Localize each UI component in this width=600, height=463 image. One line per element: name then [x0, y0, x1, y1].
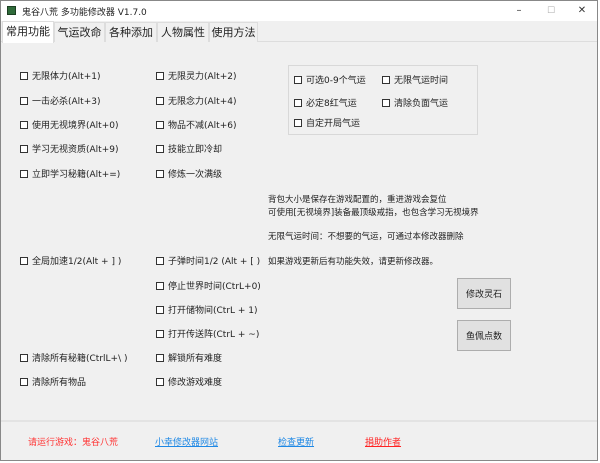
checkbox-label: 停止世界时间(CtrL+0): [168, 282, 261, 292]
checkbox-option[interactable]: 一击必杀(Alt+3): [20, 94, 100, 107]
app-icon: [7, 6, 16, 15]
checkbox-label: 立即学习秘籍(Alt+=): [32, 170, 121, 180]
checkbox-label: 使用无视境界(Alt+0): [32, 121, 119, 131]
note-line: 背包大小是保存在游戏配置的，重进游戏会复位: [268, 195, 447, 205]
checkbox-box[interactable]: [156, 256, 164, 265]
checkbox-option[interactable]: 无限灵力(Alt+2): [156, 69, 236, 82]
checkbox-label: 学习无视资质(Alt+9): [32, 145, 119, 155]
tab-bar: 常用功能 气运改命 各种添加 人物属性 使用方法: [1, 21, 597, 43]
checkbox-box[interactable]: [20, 71, 28, 80]
checkbox-option[interactable]: 可选0-9个气运: [294, 73, 366, 86]
checkbox-box[interactable]: [20, 377, 28, 386]
checkbox-box[interactable]: [20, 169, 28, 178]
maximize-button[interactable]: ☐: [538, 3, 564, 19]
checkbox-label: 清除所有物品: [32, 378, 87, 388]
checkbox-option[interactable]: 技能立即冷却: [156, 142, 222, 155]
fish-points-button[interactable]: 鱼佩点数: [457, 320, 511, 351]
checkbox-box[interactable]: [382, 98, 390, 107]
checkbox-box[interactable]: [20, 256, 28, 265]
checkbox-box[interactable]: [20, 353, 28, 362]
note-line: 无限气运时间：不想要的气运，可通过本修改器删除: [268, 232, 464, 242]
checkbox-box[interactable]: [20, 96, 28, 105]
close-button[interactable]: ✕: [569, 3, 595, 19]
checkbox-label: 修改游戏难度: [168, 378, 223, 388]
checkbox-option[interactable]: 清除所有秘籍(CtrlL+\ ): [20, 351, 128, 364]
checkbox-box[interactable]: [156, 71, 164, 80]
checkbox-option[interactable]: 修改游戏难度: [156, 375, 222, 388]
tab-attributes[interactable]: 人物属性: [157, 22, 209, 42]
checkbox-option[interactable]: 修炼一次满级: [156, 167, 222, 180]
checkbox-box[interactable]: [156, 144, 164, 153]
tab-usage[interactable]: 使用方法: [209, 22, 258, 42]
checkbox-label: 清除所有秘籍(CtrlL+\ ): [32, 354, 128, 364]
checkbox-box[interactable]: [156, 377, 164, 386]
game-status: 请运行游戏：鬼谷八荒: [28, 438, 119, 448]
checkbox-option[interactable]: 无限气运时间: [382, 73, 448, 86]
tab-common[interactable]: 常用功能: [2, 21, 54, 43]
checkbox-option[interactable]: 必定8红气运: [294, 96, 357, 109]
check-update-link[interactable]: 检查更新: [278, 435, 314, 448]
checkbox-label: 清除负面气运: [394, 99, 449, 109]
note-line: 如果游戏更新后有功能失效，请更新修改器。: [268, 257, 439, 267]
main-window: 鬼谷八荒 多功能修改器 V1.7.0 – ☐ ✕ 常用功能 气运改命 各种添加 …: [0, 0, 598, 461]
checkbox-box[interactable]: [294, 75, 302, 84]
checkbox-label: 打开储物间(CtrL + 1): [168, 306, 258, 316]
checkbox-box[interactable]: [156, 305, 164, 314]
checkbox-label: 无限气运时间: [394, 76, 449, 86]
checkbox-label: 一击必杀(Alt+3): [32, 97, 101, 107]
site-link[interactable]: 小幸修改器网站: [155, 435, 218, 448]
checkbox-box[interactable]: [382, 75, 390, 84]
tab-add[interactable]: 各种添加: [105, 22, 157, 42]
checkbox-box[interactable]: [156, 96, 164, 105]
checkbox-option[interactable]: 打开储物间(CtrL + 1): [156, 303, 258, 316]
checkbox-option[interactable]: 清除所有物品: [20, 375, 86, 388]
checkbox-option[interactable]: 停止世界时间(CtrL+0): [156, 279, 261, 292]
checkbox-label: 全局加速1/2(Alt + ] ): [32, 257, 122, 267]
checkbox-option[interactable]: 自定开局气运: [294, 116, 360, 129]
checkbox-label: 必定8红气运: [306, 99, 357, 109]
checkbox-box[interactable]: [156, 281, 164, 290]
checkbox-option[interactable]: 物品不减(Alt+6): [156, 118, 236, 131]
checkbox-option[interactable]: 使用无视境界(Alt+0): [20, 118, 118, 131]
note-line: 可使用[无视境界]装备最顶级戒指，也包含学习无视境界: [268, 208, 479, 218]
checkbox-option[interactable]: 全局加速1/2(Alt + ] ): [20, 254, 121, 267]
checkbox-option[interactable]: 解锁所有难度: [156, 351, 222, 364]
checkbox-box[interactable]: [156, 169, 164, 178]
checkbox-label: 修炼一次满级: [168, 170, 223, 180]
tab-fortune[interactable]: 气运改命: [54, 22, 105, 42]
checkbox-option[interactable]: 打开传送阵(CtrL + ~): [156, 327, 259, 340]
title-bar: 鬼谷八荒 多功能修改器 V1.7.0 – ☐ ✕: [1, 1, 597, 21]
window-title: 鬼谷八荒 多功能修改器 V1.7.0: [22, 8, 147, 18]
minimize-button[interactable]: –: [506, 3, 532, 19]
checkbox-box[interactable]: [20, 120, 28, 129]
footer-divider: [1, 420, 597, 422]
checkbox-label: 无限灵力(Alt+2): [168, 72, 237, 82]
checkbox-label: 解锁所有难度: [168, 354, 223, 364]
checkbox-label: 物品不减(Alt+6): [168, 121, 237, 131]
checkbox-box[interactable]: [294, 98, 302, 107]
checkbox-option[interactable]: 无限体力(Alt+1): [20, 69, 100, 82]
checkbox-label: 可选0-9个气运: [306, 76, 366, 86]
checkbox-label: 自定开局气运: [306, 119, 361, 129]
checkbox-option[interactable]: 立即学习秘籍(Alt+=): [20, 167, 120, 180]
checkbox-option[interactable]: 子弹时间1/2 (Alt + [ ): [156, 254, 260, 267]
checkbox-label: 无限念力(Alt+4): [168, 97, 237, 107]
checkbox-option[interactable]: 清除负面气运: [382, 96, 448, 109]
modify-spirit-stone-button[interactable]: 修改灵石: [457, 278, 511, 309]
checkbox-label: 打开传送阵(CtrL + ~): [168, 330, 260, 340]
donate-link[interactable]: 捐助作者: [365, 435, 401, 448]
checkbox-box[interactable]: [156, 353, 164, 362]
checkbox-box[interactable]: [20, 144, 28, 153]
checkbox-label: 子弹时间1/2 (Alt + [ ): [168, 257, 261, 267]
checkbox-label: 技能立即冷却: [168, 145, 223, 155]
checkbox-option[interactable]: 无限念力(Alt+4): [156, 94, 236, 107]
checkbox-label: 无限体力(Alt+1): [32, 72, 101, 82]
checkbox-box[interactable]: [156, 329, 164, 338]
checkbox-option[interactable]: 学习无视资质(Alt+9): [20, 142, 118, 155]
checkbox-box[interactable]: [294, 118, 302, 127]
checkbox-box[interactable]: [156, 120, 164, 129]
